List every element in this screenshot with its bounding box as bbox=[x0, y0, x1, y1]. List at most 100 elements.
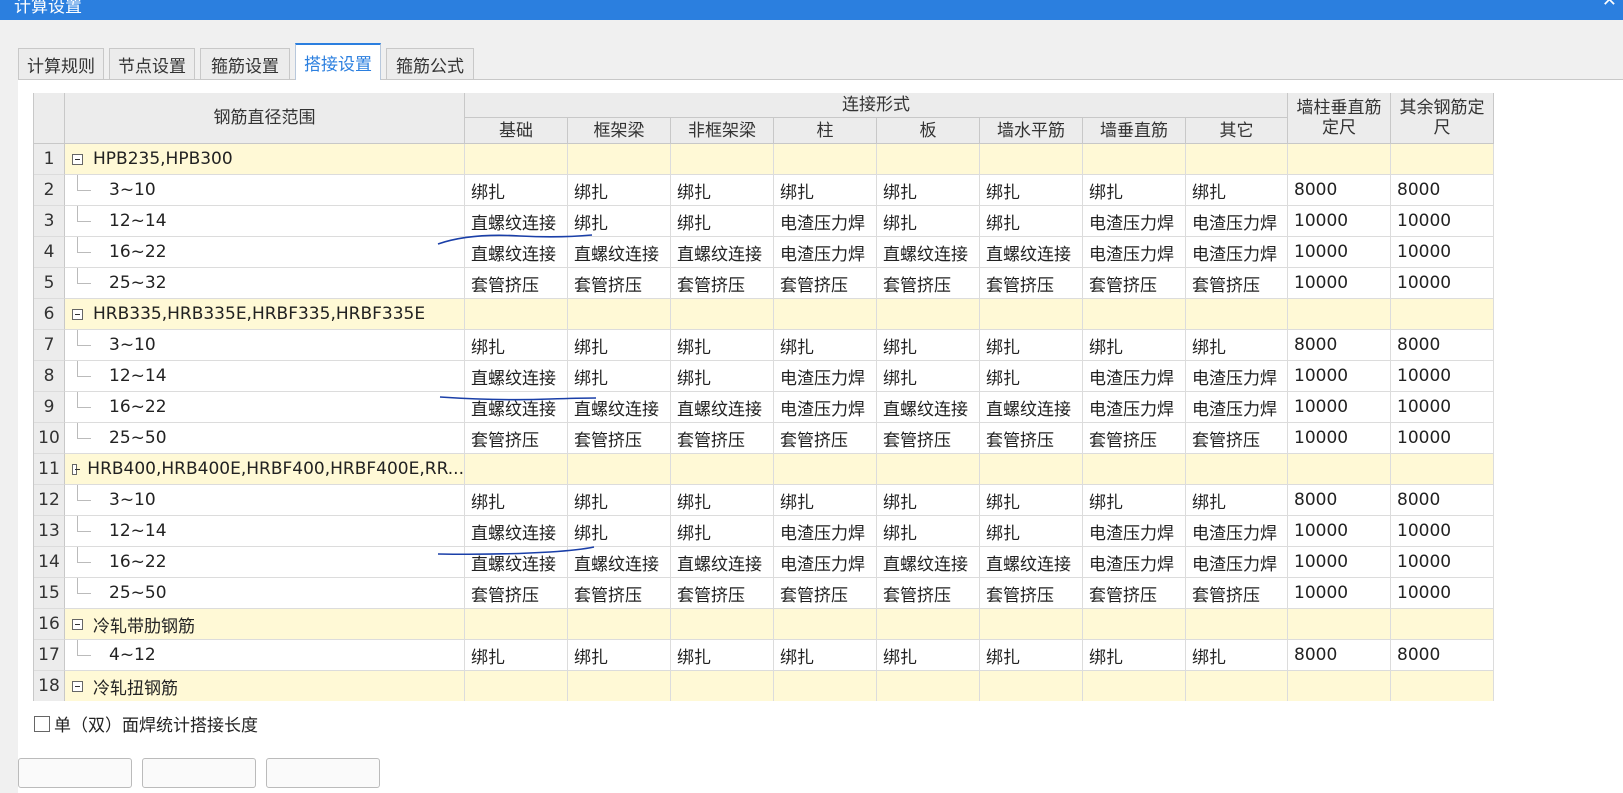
table-row[interactable]: 2 3~10 绑扎 绑扎 绑扎 绑扎 绑扎 绑扎 绑扎 绑扎 8000 8000 bbox=[34, 175, 1494, 206]
table-row[interactable]: 14 16~22 直螺纹连接 直螺纹连接 直螺纹连接 电渣压力焊 直螺纹连接 直螺纹连接 电渣压… bbox=[34, 547, 1494, 578]
range-cell[interactable]: 12~14 bbox=[65, 361, 465, 392]
range-cell[interactable]: 25~32 bbox=[65, 268, 465, 299]
fixed-length-cell[interactable]: 8000 bbox=[1391, 330, 1494, 361]
connection-type-cell[interactable]: 套管挤压 bbox=[1083, 268, 1186, 299]
connection-type-cell[interactable]: 直螺纹连接 bbox=[671, 392, 774, 423]
fixed-length-cell[interactable]: 10000 bbox=[1391, 578, 1494, 609]
connection-type-cell[interactable]: 电渣压力焊 bbox=[1186, 206, 1288, 237]
group-name-cell[interactable]: 冷轧带肋钢筋 bbox=[65, 609, 465, 640]
group-row[interactable]: 1 HPB235,HPB300 bbox=[34, 144, 1494, 175]
connection-type-cell[interactable]: 绑扎 bbox=[1083, 640, 1186, 671]
connection-type-cell[interactable] bbox=[568, 671, 671, 701]
connection-type-cell[interactable]: 绑扎 bbox=[877, 206, 980, 237]
connection-type-cell[interactable]: 绑扎 bbox=[1186, 485, 1288, 516]
range-cell[interactable]: 16~22 bbox=[65, 392, 465, 423]
connection-type-cell[interactable] bbox=[774, 671, 877, 701]
lap-length-checkbox-row[interactable]: 单（双）面焊统计搭接长度 bbox=[34, 711, 258, 736]
fixed-length-cell[interactable]: 10000 bbox=[1288, 206, 1391, 237]
connection-type-cell[interactable]: 直螺纹连接 bbox=[465, 392, 568, 423]
connection-type-cell[interactable]: 绑扎 bbox=[980, 175, 1083, 206]
table-row[interactable]: 15 25~50 套管挤压 套管挤压 套管挤压 套管挤压 套管挤压 套管挤压 套管挤压 套管挤压 1… bbox=[34, 578, 1494, 609]
connection-type-cell[interactable]: 绑扎 bbox=[671, 516, 774, 547]
connection-type-cell[interactable]: 绑扎 bbox=[568, 330, 671, 361]
tab-stirrup-settings[interactable]: 箍筋设置 bbox=[200, 48, 290, 79]
connection-type-cell[interactable]: 套管挤压 bbox=[877, 423, 980, 454]
connection-type-cell[interactable]: 电渣压力焊 bbox=[1083, 237, 1186, 268]
table-row[interactable]: 10 25~50 套管挤压 套管挤压 套管挤压 套管挤压 套管挤压 套管挤压 套管挤压 套管挤压 1… bbox=[34, 423, 1494, 454]
table-row[interactable]: 7 3~10 绑扎 绑扎 绑扎 绑扎 绑扎 绑扎 绑扎 绑扎 8000 8000 bbox=[34, 330, 1494, 361]
connection-type-cell[interactable]: 直螺纹连接 bbox=[980, 392, 1083, 423]
table-row[interactable]: 5 25~32 套管挤压 套管挤压 套管挤压 套管挤压 套管挤压 套管挤压 套管挤压 套管挤压 10… bbox=[34, 268, 1494, 299]
fixed-length-cell[interactable]: 8000 bbox=[1288, 640, 1391, 671]
connection-type-cell[interactable] bbox=[877, 299, 980, 330]
connection-type-cell[interactable] bbox=[980, 299, 1083, 330]
connection-type-cell[interactable]: 绑扎 bbox=[877, 516, 980, 547]
connection-type-cell[interactable]: 套管挤压 bbox=[1186, 578, 1288, 609]
range-cell[interactable]: 16~22 bbox=[65, 547, 465, 578]
connection-type-cell[interactable]: 绑扎 bbox=[465, 175, 568, 206]
fixed-length-cell[interactable] bbox=[1288, 454, 1391, 485]
connection-type-cell[interactable]: 电渣压力焊 bbox=[774, 237, 877, 268]
range-cell[interactable]: 25~50 bbox=[65, 578, 465, 609]
fixed-length-cell[interactable]: 10000 bbox=[1391, 392, 1494, 423]
fixed-length-cell[interactable]: 10000 bbox=[1391, 206, 1494, 237]
connection-type-cell[interactable]: 直螺纹连接 bbox=[980, 547, 1083, 578]
connection-type-cell[interactable]: 绑扎 bbox=[671, 485, 774, 516]
connection-type-cell[interactable]: 绑扎 bbox=[568, 640, 671, 671]
connection-type-cell[interactable]: 套管挤压 bbox=[774, 578, 877, 609]
connection-type-cell[interactable]: 套管挤压 bbox=[1186, 268, 1288, 299]
connection-type-cell[interactable] bbox=[671, 454, 774, 485]
connection-type-cell[interactable]: 套管挤压 bbox=[568, 268, 671, 299]
fixed-length-cell[interactable]: 8000 bbox=[1288, 175, 1391, 206]
connection-type-cell[interactable]: 绑扎 bbox=[877, 175, 980, 206]
fixed-length-cell[interactable] bbox=[1391, 454, 1494, 485]
connection-type-cell[interactable]: 直螺纹连接 bbox=[671, 547, 774, 578]
connection-type-cell[interactable] bbox=[774, 299, 877, 330]
connection-type-cell[interactable] bbox=[1186, 454, 1288, 485]
connection-type-cell[interactable]: 绑扎 bbox=[671, 206, 774, 237]
connection-type-cell[interactable]: 直螺纹连接 bbox=[877, 392, 980, 423]
fixed-length-cell[interactable]: 10000 bbox=[1391, 547, 1494, 578]
connection-type-cell[interactable]: 套管挤压 bbox=[774, 268, 877, 299]
fixed-length-cell[interactable] bbox=[1391, 609, 1494, 640]
connection-type-cell[interactable] bbox=[1083, 144, 1186, 175]
group-name-cell[interactable]: HRB335,HRB335E,HRBF335,HRBF335E bbox=[65, 299, 465, 330]
connection-type-cell[interactable] bbox=[465, 144, 568, 175]
connection-type-cell[interactable]: 套管挤压 bbox=[980, 578, 1083, 609]
fixed-length-cell[interactable]: 8000 bbox=[1391, 485, 1494, 516]
connection-type-cell[interactable] bbox=[1083, 609, 1186, 640]
connection-type-cell[interactable] bbox=[1186, 144, 1288, 175]
connection-type-cell[interactable]: 绑扎 bbox=[568, 206, 671, 237]
connection-type-cell[interactable]: 套管挤压 bbox=[568, 423, 671, 454]
connection-type-cell[interactable]: 绑扎 bbox=[671, 361, 774, 392]
range-cell[interactable]: 25~50 bbox=[65, 423, 465, 454]
table-row[interactable]: 13 12~14 直螺纹连接 绑扎 绑扎 电渣压力焊 绑扎 绑扎 电渣压力焊 电渣压力焊 10000… bbox=[34, 516, 1494, 547]
connection-type-cell[interactable]: 绑扎 bbox=[877, 330, 980, 361]
group-name-cell[interactable]: HRB400,HRB400E,HRBF400,HRBF400E,RR... bbox=[65, 454, 465, 485]
footer-button-2[interactable] bbox=[142, 758, 256, 788]
connection-type-cell[interactable]: 绑扎 bbox=[1186, 640, 1288, 671]
connection-type-cell[interactable]: 绑扎 bbox=[1083, 330, 1186, 361]
footer-button-3[interactable] bbox=[266, 758, 380, 788]
fixed-length-cell[interactable] bbox=[1288, 144, 1391, 175]
connection-type-cell[interactable] bbox=[877, 671, 980, 701]
connection-type-cell[interactable]: 绑扎 bbox=[980, 361, 1083, 392]
connection-type-cell[interactable] bbox=[1186, 609, 1288, 640]
range-cell[interactable]: 16~22 bbox=[65, 237, 465, 268]
fixed-length-cell[interactable]: 10000 bbox=[1391, 268, 1494, 299]
lap-length-checkbox[interactable] bbox=[34, 715, 50, 732]
connection-type-cell[interactable] bbox=[980, 144, 1083, 175]
connection-type-cell[interactable] bbox=[1186, 671, 1288, 701]
fixed-length-cell[interactable]: 8000 bbox=[1288, 485, 1391, 516]
connection-type-cell[interactable]: 电渣压力焊 bbox=[774, 361, 877, 392]
connection-type-cell[interactable]: 绑扎 bbox=[568, 485, 671, 516]
table-row[interactable]: 12 3~10 绑扎 绑扎 绑扎 绑扎 绑扎 绑扎 绑扎 绑扎 8000 8000 bbox=[34, 485, 1494, 516]
connection-type-cell[interactable]: 直螺纹连接 bbox=[465, 361, 568, 392]
group-name-cell[interactable]: 冷轧扭钢筋 bbox=[65, 671, 465, 701]
connection-type-cell[interactable]: 套管挤压 bbox=[877, 578, 980, 609]
connection-type-cell[interactable]: 绑扎 bbox=[1083, 175, 1186, 206]
connection-type-cell[interactable] bbox=[980, 671, 1083, 701]
connection-type-cell[interactable] bbox=[877, 609, 980, 640]
connection-type-cell[interactable]: 套管挤压 bbox=[671, 423, 774, 454]
connection-type-cell[interactable] bbox=[465, 454, 568, 485]
